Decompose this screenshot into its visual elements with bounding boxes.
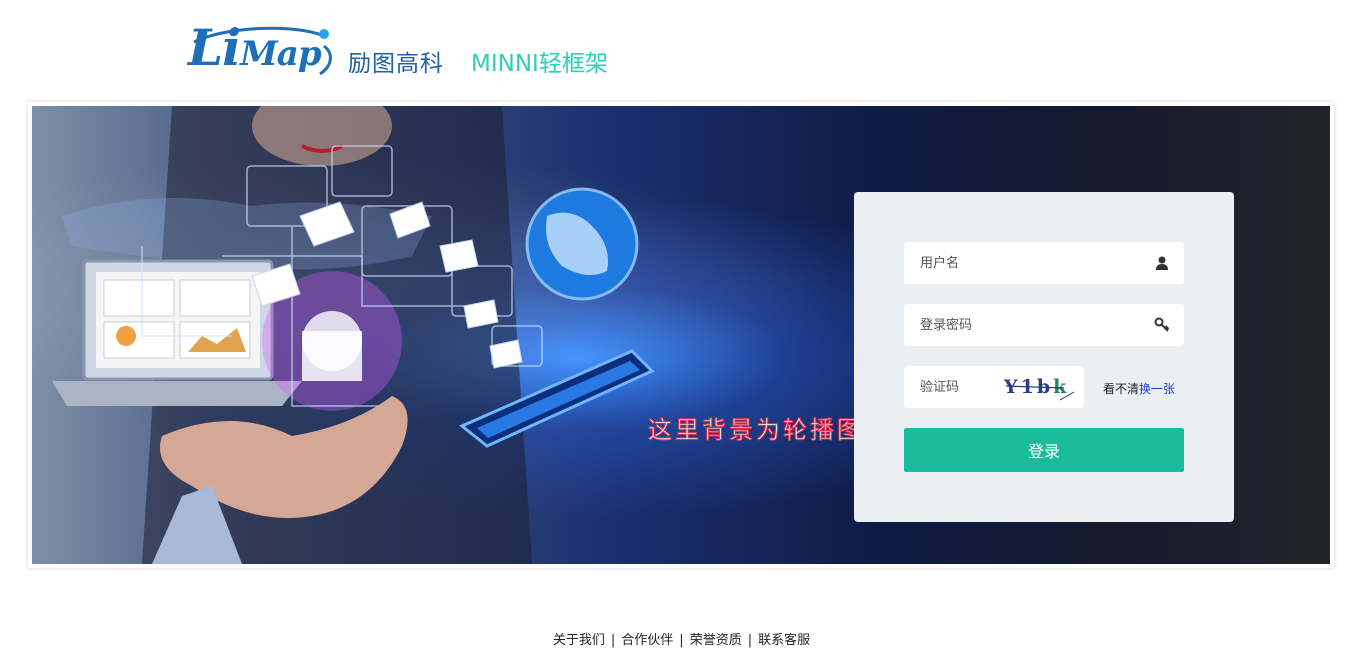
brand-name: 励图高科	[348, 51, 444, 77]
footer-separator: |	[679, 633, 684, 648]
site-footer: 关于我们 | 合作伙伴 | 荣誉资质 | 联系客服	[0, 629, 1363, 648]
key-icon	[1154, 317, 1170, 332]
login-button[interactable]: 登录	[904, 428, 1184, 472]
footer-link-honors[interactable]: 荣誉资质	[690, 633, 742, 648]
footer-link-contact[interactable]: 联系客服	[758, 633, 810, 648]
footer-separator: |	[610, 633, 616, 648]
refresh-prefix: 看不清	[1103, 382, 1140, 396]
captcha-noise	[1005, 385, 1075, 401]
password-field	[904, 304, 1184, 346]
globe-icon	[525, 187, 639, 301]
site-header: LiMap 励图高科 MINNI轻框架	[0, 0, 1363, 100]
password-input[interactable]	[904, 304, 1184, 346]
refresh-captcha-link[interactable]: 换一张	[1139, 382, 1175, 396]
captcha-image[interactable]: Y1bk	[1004, 372, 1078, 402]
user-icon	[1156, 256, 1168, 270]
captcha-refresh: 看不清换一张	[1103, 380, 1175, 397]
username-field	[904, 242, 1184, 284]
logo-swoosh-icon	[193, 26, 332, 76]
username-input[interactable]	[904, 242, 1184, 284]
footer-link-partners[interactable]: 合作伙伴	[621, 633, 673, 648]
carousel-caption: 这里背景为轮播图	[648, 416, 864, 445]
footer-separator: |	[747, 633, 753, 648]
captcha-field: Y1bk	[904, 366, 1084, 408]
footer-link-about[interactable]: 关于我们	[553, 633, 605, 648]
login-form: Y1bk 看不清换一张 登录	[854, 192, 1234, 522]
product-name: MINNI轻框架	[471, 51, 608, 77]
